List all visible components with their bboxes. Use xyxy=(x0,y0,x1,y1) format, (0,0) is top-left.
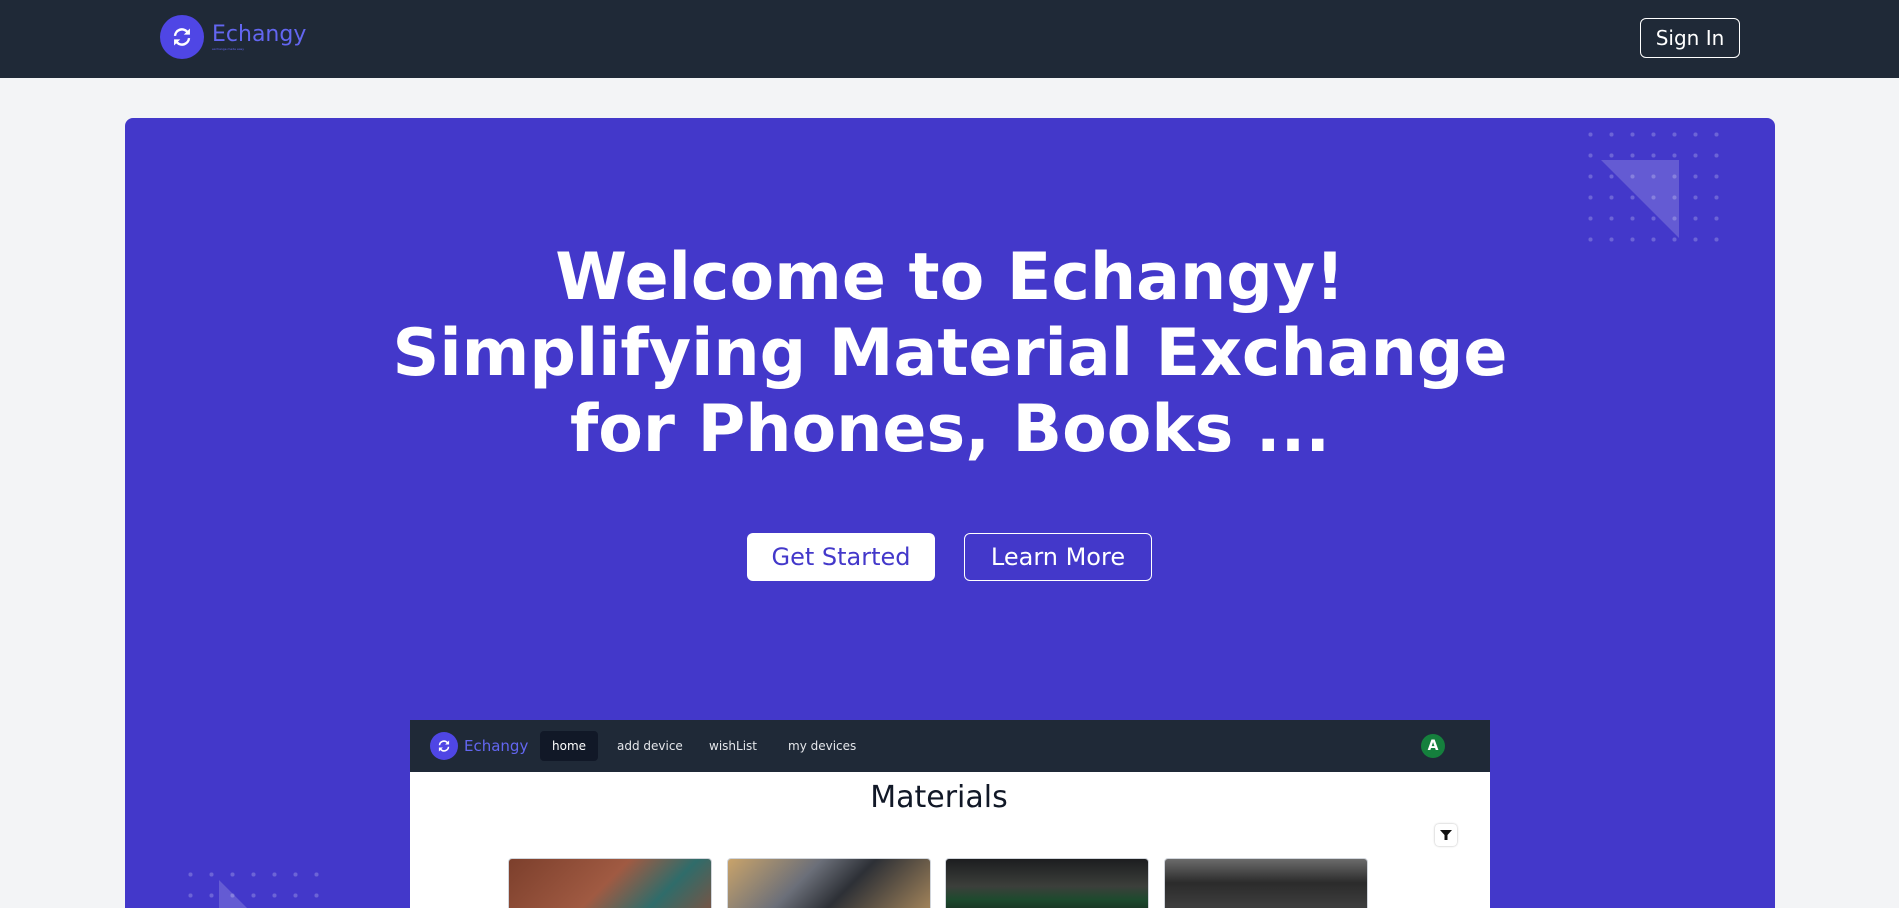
app-preview-screenshot: Echangy home add device wishList my devi… xyxy=(410,720,1490,908)
sign-in-button[interactable]: Sign In xyxy=(1640,18,1740,58)
preview-material-card-image xyxy=(1164,858,1368,908)
triangle-decoration xyxy=(1601,160,1679,238)
headline-line: Simplifying Material Exchange xyxy=(392,316,1508,391)
top-navbar: Echangy exchange made easy Sign In xyxy=(0,0,1899,78)
learn-more-button[interactable]: Learn More xyxy=(964,533,1152,581)
brand-logo[interactable]: Echangy exchange made easy xyxy=(160,15,306,59)
preview-page-title: Materials xyxy=(870,780,1008,815)
headline-line: Welcome to Echangy! xyxy=(555,240,1345,315)
get-started-button[interactable]: Get Started xyxy=(747,533,935,581)
preview-material-card-image xyxy=(945,858,1149,908)
preview-tab-my-devices: my devices xyxy=(788,739,857,753)
hero-section: Welcome to Echangy! Simplifying Material… xyxy=(125,118,1775,908)
preview-brand-logo: Echangy xyxy=(430,732,528,760)
preview-tab-home: home xyxy=(540,731,599,761)
preview-material-card-image xyxy=(508,858,712,908)
preview-navbar: Echangy home add device wishList my devi… xyxy=(410,720,1490,772)
hero-headline: Welcome to Echangy! Simplifying Material… xyxy=(375,240,1525,468)
triangle-decoration xyxy=(219,880,247,908)
refresh-arrows-icon xyxy=(160,15,204,59)
brand-name: Echangy xyxy=(212,21,307,47)
refresh-arrows-icon xyxy=(430,732,458,760)
preview-material-card-image xyxy=(727,858,931,908)
preview-tab-wishlist: wishList xyxy=(709,739,757,753)
preview-brand-name: Echangy xyxy=(464,737,529,755)
preview-avatar: A xyxy=(1421,734,1445,758)
funnel-icon xyxy=(1435,824,1457,846)
headline-line: for Phones, Books ... xyxy=(569,392,1331,467)
brand-tagline: exchange made easy xyxy=(212,46,244,51)
preview-tab-add-device: add device xyxy=(617,739,683,753)
